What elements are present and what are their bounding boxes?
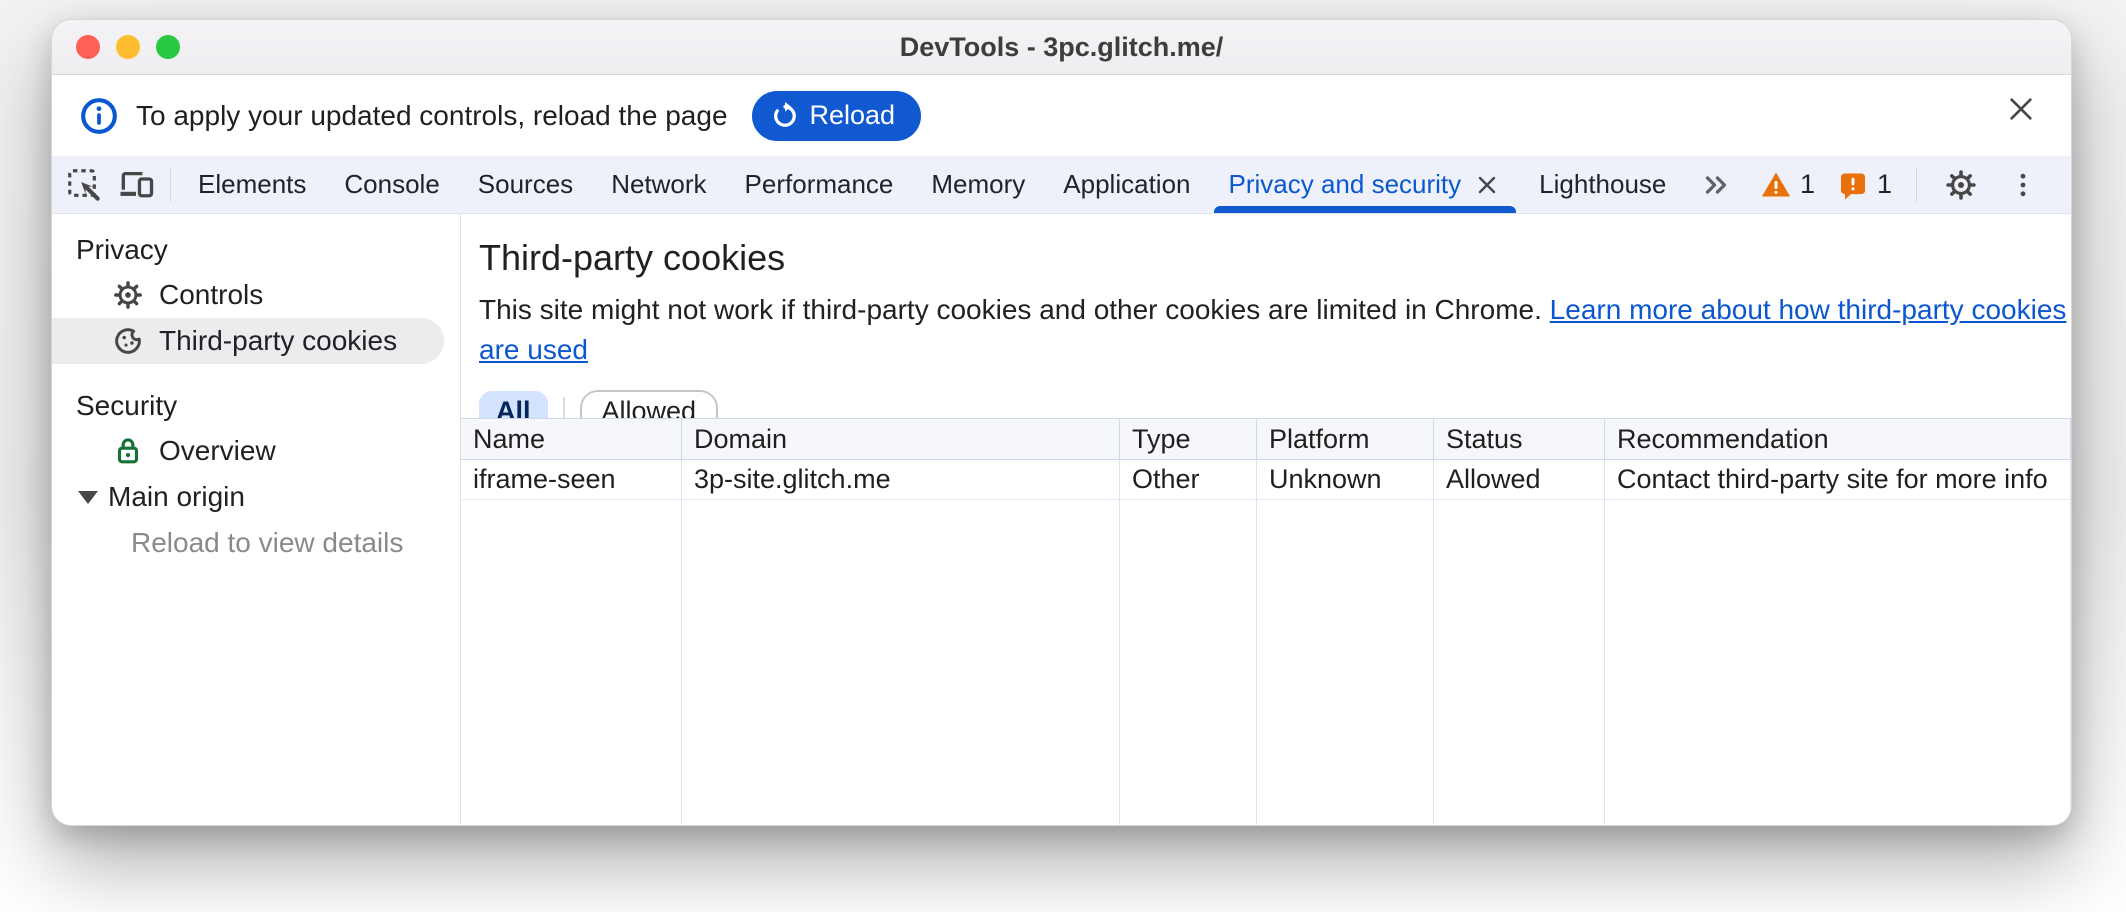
issues-icon [1837, 169, 1869, 201]
table-cell-domain[interactable]: 3p-site.glitch.me [682, 460, 1120, 500]
column-header-status[interactable]: Status [1434, 419, 1605, 460]
tab-memory[interactable]: Memory [912, 156, 1044, 213]
sidebar-item-overview[interactable]: Overview [52, 428, 460, 474]
cookie-icon [111, 324, 145, 358]
column-header-recommendation[interactable]: Recommendation [1605, 419, 2071, 460]
toolbar-separator [170, 168, 171, 202]
column-header-name[interactable]: Name [461, 419, 682, 460]
table-filler-column [1120, 500, 1257, 825]
issue-count: 1 [1877, 169, 1892, 200]
issues-indicator[interactable]: 1 [1831, 169, 1898, 201]
sidebar-item-label: Third-party cookies [159, 325, 397, 357]
reload-button-label: Reload [810, 100, 896, 131]
devtools-tabbar: Elements Console Sources Network Perform… [52, 156, 2071, 214]
tab-label: Sources [478, 169, 573, 200]
tab-lighthouse[interactable]: Lighthouse [1520, 156, 1685, 213]
reload-button[interactable]: Reload [752, 91, 922, 141]
more-tabs-icon[interactable] [1685, 156, 1747, 213]
table-filler-column [1434, 500, 1605, 825]
chevron-down-icon [78, 491, 98, 504]
sidebar-section-security: Security [52, 384, 460, 428]
warnings-indicator[interactable]: 1 [1754, 169, 1821, 201]
tab-label: Network [611, 169, 706, 200]
column-header-platform[interactable]: Platform [1257, 419, 1434, 460]
infobar-message: To apply your updated controls, reload t… [136, 100, 728, 132]
tab-sources[interactable]: Sources [459, 156, 592, 213]
table-filler-column [461, 500, 682, 825]
table-cell-recommendation[interactable]: Contact third-party site for more info [1605, 460, 2071, 500]
cookies-table: Name Domain Type Platform Status Recomme… [461, 418, 2071, 825]
table-cell-status[interactable]: Allowed [1434, 460, 1605, 500]
settings-gear-icon[interactable] [1935, 167, 1987, 203]
sidebar-item-main-origin[interactable]: Main origin [52, 474, 460, 520]
inspect-element-icon[interactable] [58, 156, 110, 213]
tab-application[interactable]: Application [1044, 156, 1209, 213]
page-title: Third-party cookies [479, 236, 2071, 280]
lock-icon [111, 434, 145, 468]
reload-icon [770, 101, 800, 131]
sidebar-item-label: Main origin [108, 481, 245, 513]
devtools-content: Privacy Controls [52, 214, 2071, 825]
table-cell-platform[interactable]: Unknown [1257, 460, 1434, 500]
reload-infobar: To apply your updated controls, reload t… [52, 75, 2071, 156]
warning-count: 1 [1800, 169, 1815, 200]
third-party-cookies-panel: Third-party cookies This site might not … [461, 214, 2071, 825]
table-filler-column [1257, 500, 1434, 825]
tabbar-separator [1916, 168, 1917, 202]
device-toolbar-icon[interactable] [110, 156, 162, 213]
window-title: DevTools - 3pc.glitch.me/ [52, 32, 2071, 63]
table-filler-column [682, 500, 1120, 825]
warning-triangle-icon [1760, 169, 1792, 201]
panel-description: This site might not work if third-party … [479, 290, 2071, 370]
sidebar-item-controls[interactable]: Controls [52, 272, 460, 318]
tab-network[interactable]: Network [592, 156, 725, 213]
column-header-type[interactable]: Type [1120, 419, 1257, 460]
sidebar-section-privacy: Privacy [52, 228, 460, 272]
gear-icon [111, 278, 145, 312]
tab-console[interactable]: Console [325, 156, 458, 213]
sidebar-item-label: Overview [159, 435, 276, 467]
column-header-domain[interactable]: Domain [682, 419, 1120, 460]
tab-privacy-and-security[interactable]: Privacy and security [1210, 156, 1521, 213]
table-filler-column [1605, 500, 2071, 825]
tab-close-icon[interactable] [1473, 171, 1501, 199]
privacy-sidebar: Privacy Controls [52, 214, 461, 825]
sidebar-item-label: Controls [159, 279, 263, 311]
table-cell-type[interactable]: Other [1120, 460, 1257, 500]
titlebar: DevTools - 3pc.glitch.me/ [52, 20, 2071, 75]
sidebar-item-third-party-cookies[interactable]: Third-party cookies [52, 318, 444, 364]
tab-performance[interactable]: Performance [726, 156, 913, 213]
tab-label: Lighthouse [1539, 169, 1666, 200]
infobar-close-icon[interactable] [2001, 89, 2041, 129]
description-text: This site might not work if third-party … [479, 294, 1542, 325]
tab-label: Performance [745, 169, 894, 200]
devtools-window: DevTools - 3pc.glitch.me/ To apply your … [51, 19, 2072, 826]
tabbar-right-cluster: 1 1 [1754, 156, 2071, 213]
kebab-menu-icon[interactable] [1997, 169, 2049, 201]
tab-label: Console [344, 169, 439, 200]
tab-label: Elements [198, 169, 306, 200]
tab-elements[interactable]: Elements [179, 156, 325, 213]
reload-to-view-details-text: Reload to view details [52, 520, 460, 566]
tab-label: Privacy and security [1229, 169, 1462, 200]
tab-label: Application [1063, 169, 1190, 200]
sidebar-gap [52, 364, 460, 384]
table-cell-name[interactable]: iframe-seen [461, 460, 682, 500]
tab-label: Memory [931, 169, 1025, 200]
info-icon [80, 97, 118, 135]
